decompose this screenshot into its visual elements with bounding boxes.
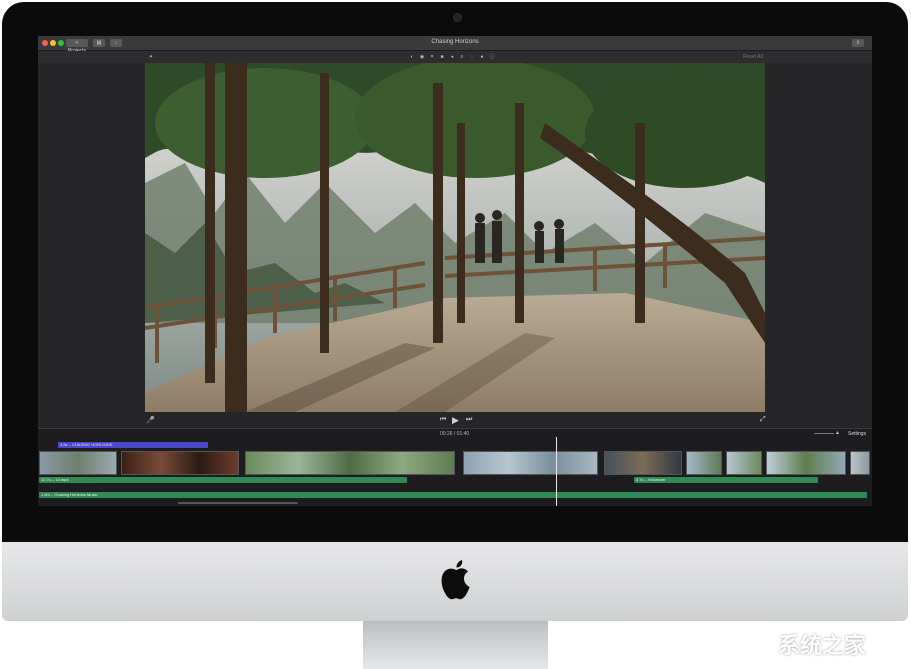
imovie-window: < Projects ▤ ↓ Chasing Horizons ⇪ ✦ ◐ ◉ … bbox=[38, 36, 872, 506]
apple-logo-icon bbox=[441, 560, 470, 600]
info-icon[interactable]: ⓘ bbox=[489, 54, 495, 60]
music-track[interactable]: 1.6m – Chasing Horizons Music bbox=[39, 492, 867, 498]
video-clip[interactable] bbox=[766, 451, 846, 475]
clip-filter-icon[interactable]: ● bbox=[479, 54, 485, 60]
settings-button[interactable]: Settings bbox=[848, 431, 866, 437]
watermark: 系统之家 bbox=[778, 633, 867, 658]
speed-icon[interactable]: ≡ bbox=[459, 54, 465, 60]
crop-icon[interactable]: ⌗ bbox=[429, 54, 435, 60]
window-title: Chasing Horizons bbox=[431, 39, 479, 45]
camera-icon[interactable]: ■ bbox=[439, 54, 445, 60]
imac-stand bbox=[363, 621, 548, 669]
skip-forward-icon[interactable]: ⏭ bbox=[466, 416, 472, 424]
microphone-icon[interactable]: 🎤 bbox=[146, 416, 155, 424]
title-bar: < Projects ▤ ↓ Chasing Horizons ⇪ bbox=[38, 36, 872, 54]
video-clip[interactable] bbox=[39, 451, 117, 475]
imac-chin bbox=[2, 542, 908, 621]
adjustments-toolbar: ✦ ◐ ◉ ⌗ ■ ◂ ≡ ◌ ● ⓘ Reset All bbox=[38, 51, 872, 63]
fullscreen-icon[interactable]: ⤢ bbox=[760, 416, 766, 424]
video-clip[interactable] bbox=[726, 451, 762, 475]
color-balance-icon[interactable]: ◐ bbox=[409, 54, 415, 60]
share-button[interactable]: ⇪ bbox=[852, 39, 864, 47]
video-clip[interactable] bbox=[604, 451, 682, 475]
audio-clip[interactable]: 12.7s – 13.mp4 bbox=[39, 477, 407, 483]
zoom-slider-icon[interactable]: ▲ bbox=[835, 430, 840, 436]
reset-all-button[interactable]: Reset All bbox=[743, 54, 763, 60]
video-clip[interactable] bbox=[850, 451, 870, 475]
magic-wand-icon[interactable]: ✦ bbox=[148, 54, 154, 60]
audio-clip[interactable]: 3.7s – Voiceover bbox=[634, 477, 818, 483]
title-clip[interactable]: 3.5s – CHASING HORIZONS bbox=[58, 442, 208, 448]
timecode: 00:26 / 01:40 bbox=[440, 431, 470, 437]
video-clip[interactable] bbox=[121, 451, 239, 475]
volume-icon[interactable]: ◂ bbox=[449, 54, 455, 60]
video-clip[interactable] bbox=[463, 451, 598, 475]
zoom-slider[interactable] bbox=[814, 433, 834, 434]
camera-icon bbox=[453, 13, 462, 22]
video-frame bbox=[145, 63, 765, 412]
playhead[interactable] bbox=[556, 437, 557, 506]
skip-back-icon[interactable]: ⏮ bbox=[440, 416, 446, 424]
noise-reduction-icon[interactable]: ◌ bbox=[469, 54, 475, 60]
video-clip[interactable] bbox=[686, 451, 722, 475]
horizontal-scrollbar[interactable] bbox=[178, 502, 298, 504]
share-icon: ⇪ bbox=[855, 40, 861, 46]
video-viewer[interactable] bbox=[145, 63, 765, 412]
video-clip[interactable] bbox=[245, 451, 455, 475]
play-button[interactable]: ▶ bbox=[452, 415, 459, 426]
timeline[interactable]: 00:26 / 01:40 ▲ Settings 3.5s – CHASING … bbox=[38, 428, 872, 506]
color-correction-icon[interactable]: ◉ bbox=[419, 54, 425, 60]
